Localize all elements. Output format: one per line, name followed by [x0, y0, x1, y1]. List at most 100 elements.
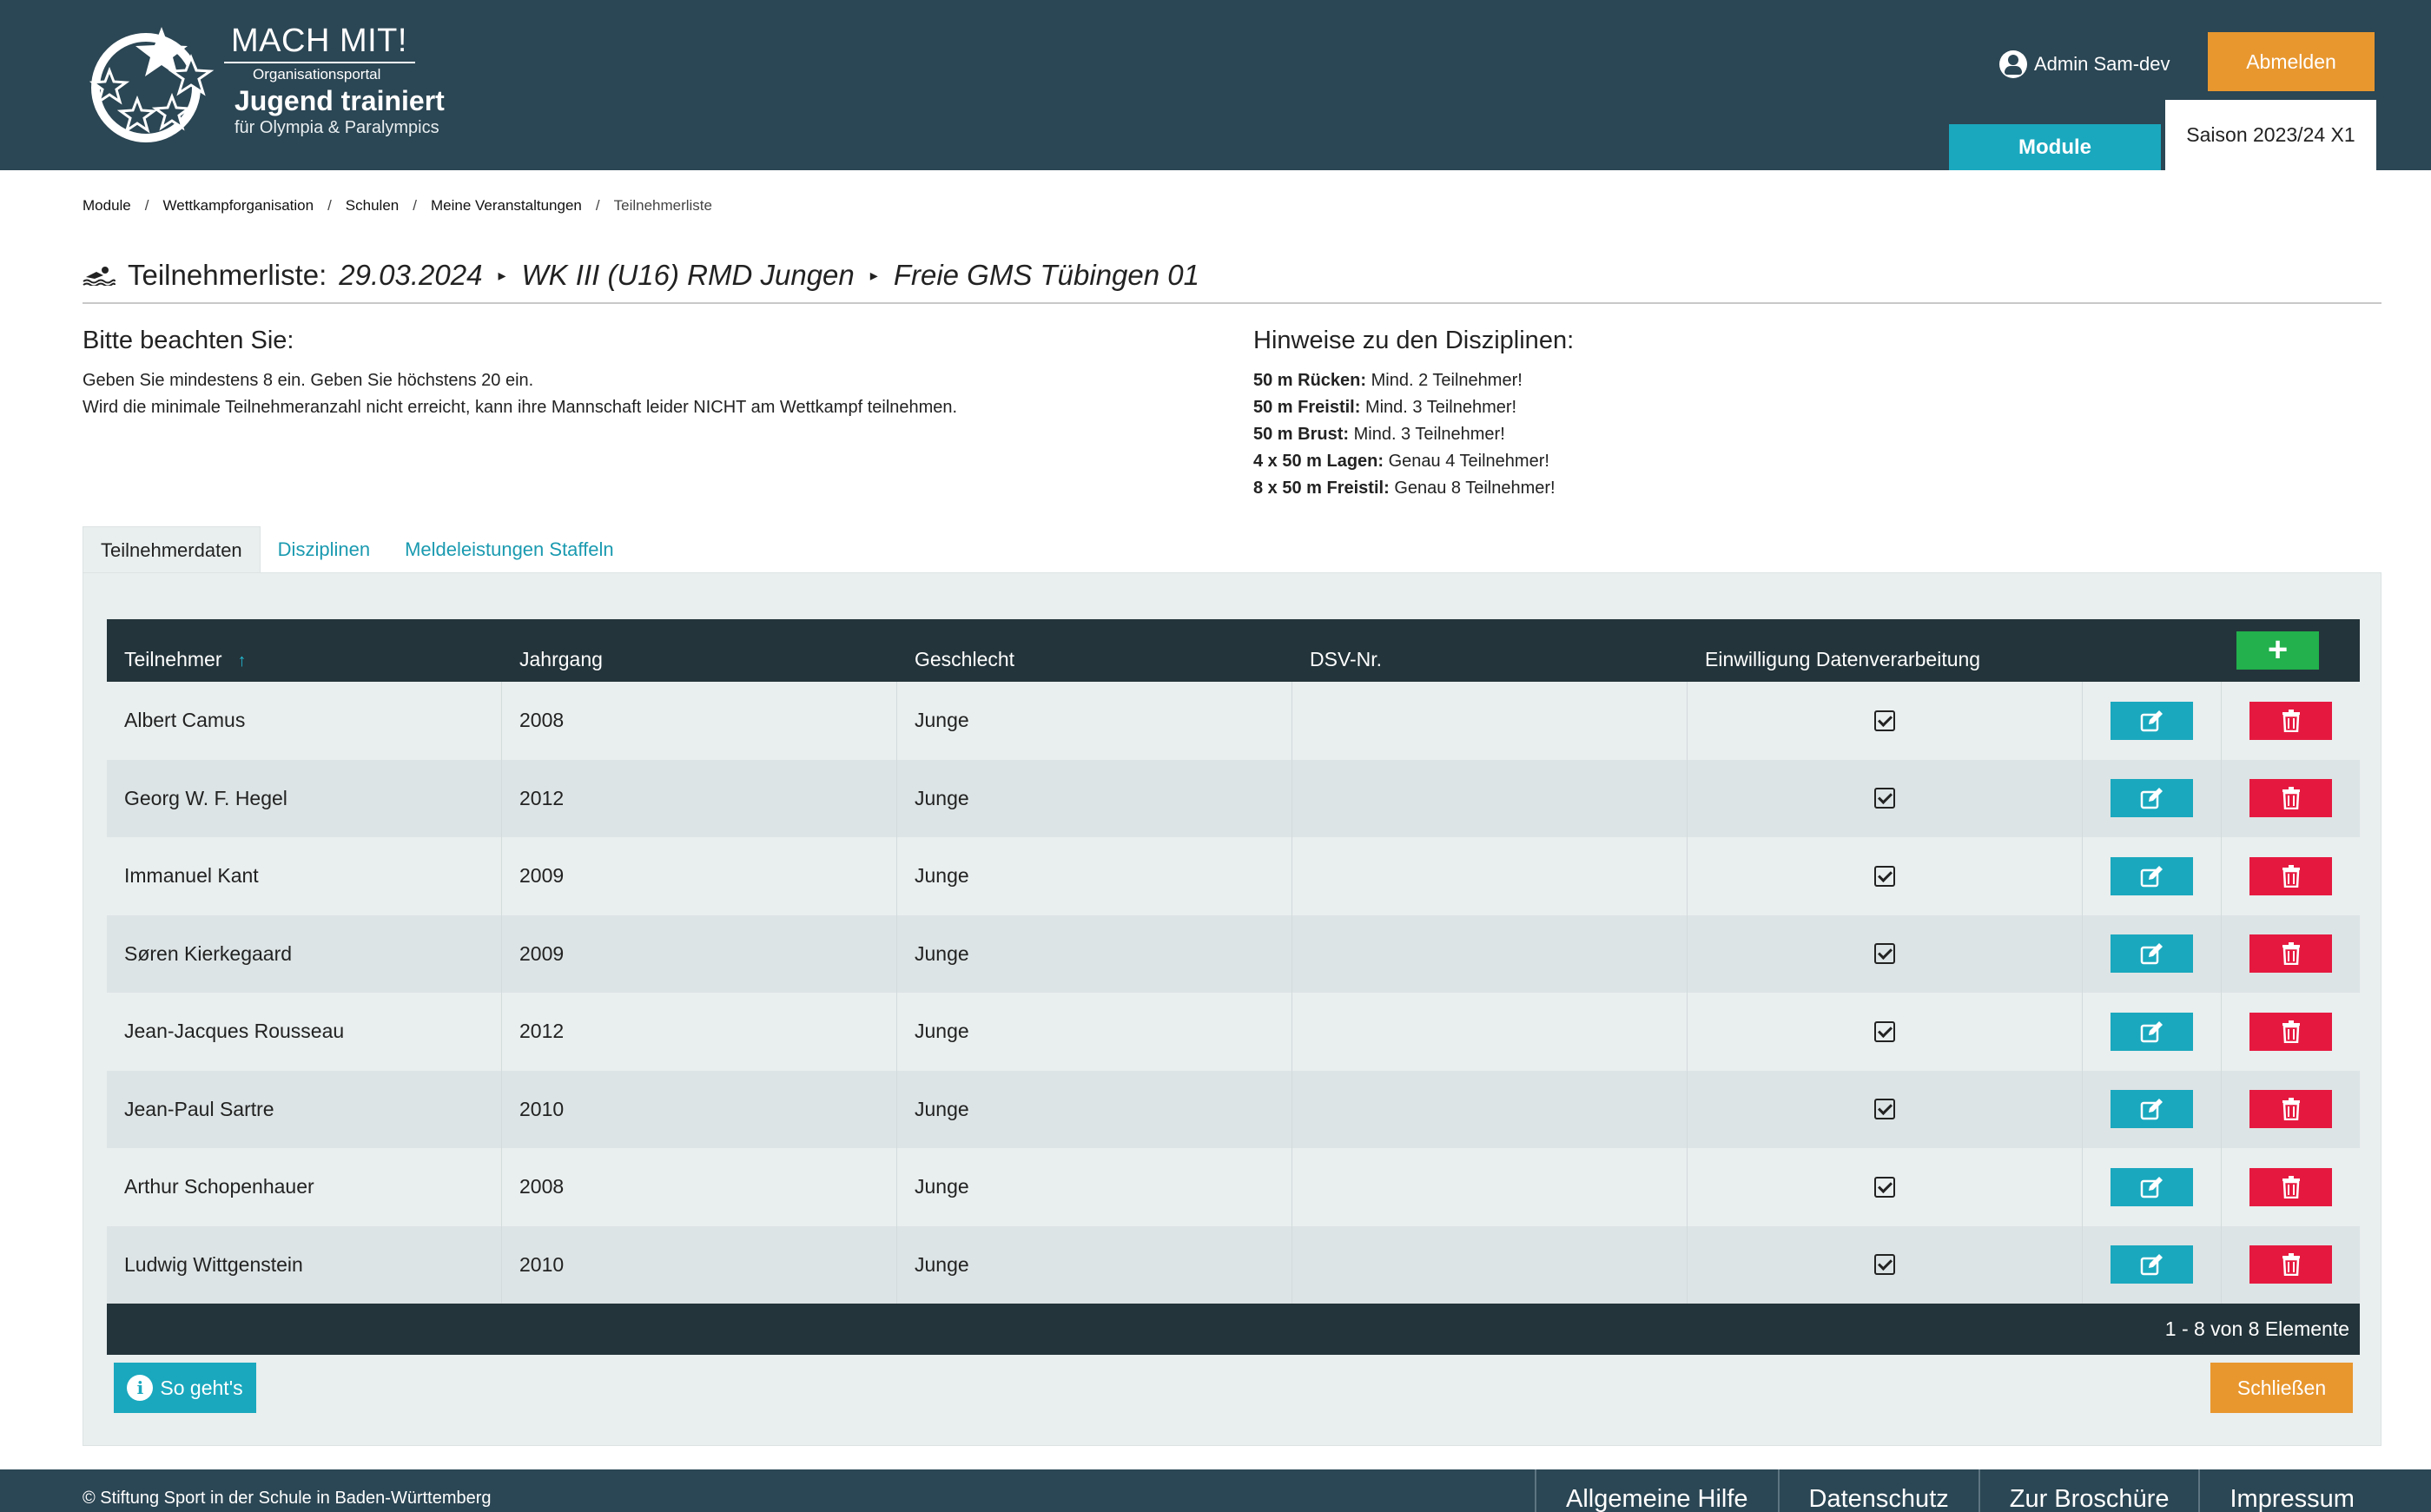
cell-year: 2010	[502, 1070, 897, 1148]
edit-button[interactable]	[2111, 779, 2193, 818]
tab-meldeleistungen[interactable]: Meldeleistungen Staffeln	[387, 526, 631, 573]
delete-button[interactable]	[2249, 701, 2332, 740]
breadcrumb: Module / Wettkampforganisation / Schulen / …	[83, 197, 712, 215]
edit-icon	[2140, 865, 2164, 888]
breadcrumb-separator: /	[327, 197, 332, 214]
cell-year: 2008	[502, 682, 897, 760]
delete-button[interactable]	[2249, 779, 2332, 818]
footer-link-hilfe[interactable]: Allgemeine Hilfe	[1535, 1469, 1778, 1512]
app-header: MACH MIT! Organisationsportal Jugend tra…	[0, 0, 2431, 170]
logout-button[interactable]: Abmelden	[2208, 32, 2375, 91]
cell-gender: Junge	[897, 993, 1292, 1071]
delete-button[interactable]	[2249, 1012, 2332, 1051]
trash-icon	[2282, 1020, 2301, 1043]
delete-button[interactable]	[2249, 1090, 2332, 1129]
delete-button[interactable]	[2249, 856, 2332, 895]
cell-delete	[2222, 1071, 2360, 1149]
cell-delete	[2222, 915, 2360, 994]
footer-links: Allgemeine Hilfe Datenschutz Zur Broschü…	[1535, 1469, 2384, 1512]
logo-title: MACH MIT!	[231, 23, 407, 59]
table-row: Georg W. F. Hegel 2012 Junge	[107, 759, 2360, 837]
delete-button[interactable]	[2249, 1245, 2332, 1284]
disciplines-section: Hinweise zu den Disziplinen: 50 m Rücken…	[1253, 327, 2296, 502]
breadcrumb-item-current: Teilnehmerliste	[613, 197, 712, 214]
tab-teilnehmerdaten[interactable]: Teilnehmerdaten	[83, 526, 261, 573]
consent-checkbox-icon	[1874, 865, 1895, 887]
edit-button[interactable]	[2111, 1167, 2193, 1206]
edit-button[interactable]	[2111, 1090, 2193, 1129]
user-menu[interactable]: Admin Sam-dev	[1999, 47, 2170, 82]
cell-gender: Junge	[897, 682, 1292, 760]
breadcrumb-item-module[interactable]: Module	[83, 197, 131, 215]
cell-year: 2008	[502, 1148, 897, 1226]
column-header-einwilligung[interactable]: Einwilligung Datenverarbeitung	[1688, 648, 2083, 671]
footer-link-datenschutz[interactable]: Datenschutz	[1777, 1469, 1978, 1512]
cell-name: Jean-Paul Sartre	[107, 1070, 502, 1148]
cell-gender: Junge	[897, 759, 1292, 837]
notes-line: Geben Sie mindestens 8 ein. Geben Sie hö…	[83, 371, 534, 390]
edit-button[interactable]	[2111, 701, 2193, 740]
footer-link-broschuere[interactable]: Zur Broschüre	[1978, 1469, 2199, 1512]
column-header-jahrgang[interactable]: Jahrgang	[502, 648, 897, 671]
trash-icon	[2282, 942, 2301, 966]
cell-name: Arthur Schopenhauer	[107, 1148, 502, 1226]
trash-icon	[2282, 1253, 2301, 1277]
add-participant-button[interactable]: +	[2236, 631, 2319, 670]
table-row: Ludwig Wittgenstein 2010 Junge	[107, 1225, 2360, 1304]
cell-dsv	[1292, 682, 1688, 760]
season-tab[interactable]: Saison 2023/24 X1	[2165, 100, 2376, 170]
cell-year: 2012	[502, 759, 897, 837]
cell-edit	[2083, 682, 2222, 760]
participants-table: Teilnehmer ↑ Jahrgang Geschlecht DSV-Nr. …	[107, 619, 2360, 1355]
tab-disziplinen[interactable]: Disziplinen	[261, 526, 387, 573]
column-header-geschlecht[interactable]: Geschlecht	[897, 648, 1292, 671]
cell-year: 2012	[502, 993, 897, 1071]
close-button[interactable]: Schließen	[2210, 1363, 2353, 1413]
cell-dsv	[1292, 837, 1688, 915]
discipline-item: 50 m Rücken: Mind. 2 Teilnehmer!	[1253, 371, 1523, 390]
delete-button[interactable]	[2249, 1167, 2332, 1206]
edit-icon	[2140, 787, 2164, 809]
cell-consent	[1688, 1070, 2083, 1148]
title-school: Freie GMS Tübingen 01	[893, 259, 1199, 291]
column-header-dsv[interactable]: DSV-Nr.	[1292, 648, 1688, 671]
cell-consent	[1688, 1225, 2083, 1304]
cell-name: Jean-Jacques Rousseau	[107, 993, 502, 1071]
cell-delete	[2222, 1148, 2360, 1226]
table-row: Søren Kierkegaard 2009 Junge	[107, 914, 2360, 994]
title-date: 29.03.2024	[339, 259, 483, 291]
cell-delete	[2222, 1226, 2360, 1304]
breadcrumb-item-veranstaltungen[interactable]: Meine Veranstaltungen	[431, 197, 582, 215]
pagination-count: 1 - 8 von 8 Elemente	[2164, 1317, 2349, 1340]
breadcrumb-item-wettkampforganisation[interactable]: Wettkampforganisation	[163, 197, 314, 215]
table-row: Jean-Jacques Rousseau 2012 Junge	[107, 993, 2360, 1071]
edit-button[interactable]	[2111, 856, 2193, 895]
logo-divider	[224, 62, 415, 63]
help-button[interactable]: i So geht's	[114, 1363, 256, 1413]
edit-button[interactable]	[2111, 1245, 2193, 1284]
cell-dsv	[1292, 1225, 1688, 1304]
module-tab[interactable]: Module	[1949, 124, 2161, 170]
user-icon	[1999, 50, 2027, 78]
sort-asc-icon[interactable]: ↑	[238, 651, 247, 670]
discipline-item: 50 m Brust: Mind. 3 Teilnehmer!	[1253, 425, 1505, 444]
page-footer: © Stiftung Sport in der Schule in Baden-…	[0, 1469, 2431, 1512]
consent-checkbox-icon	[1874, 788, 1895, 809]
footer-link-impressum[interactable]: Impressum	[2198, 1469, 2383, 1512]
breadcrumb-separator: /	[595, 197, 600, 214]
trash-icon	[2282, 1175, 2301, 1198]
title-competition: WK III (U16) RMD Jungen	[521, 259, 855, 291]
logo-tagline: für Olympia & Paralympics	[235, 118, 439, 137]
edit-button[interactable]	[2111, 1012, 2193, 1051]
table-row: Immanuel Kant 2009 Junge	[107, 837, 2360, 915]
tab-bar: Teilnehmerdaten Disziplinen Meldeleistun…	[83, 526, 631, 573]
breadcrumb-item-schulen[interactable]: Schulen	[346, 197, 399, 215]
edit-button[interactable]	[2111, 934, 2193, 974]
logo[interactable]: MACH MIT! Organisationsportal Jugend tra…	[85, 23, 445, 153]
stars-logo-icon	[89, 27, 215, 142]
edit-icon	[2140, 942, 2164, 965]
delete-button[interactable]	[2249, 934, 2332, 974]
column-header-teilnehmer[interactable]: Teilnehmer ↑	[107, 648, 502, 671]
cell-consent	[1688, 682, 2083, 760]
cell-consent	[1688, 1148, 2083, 1226]
